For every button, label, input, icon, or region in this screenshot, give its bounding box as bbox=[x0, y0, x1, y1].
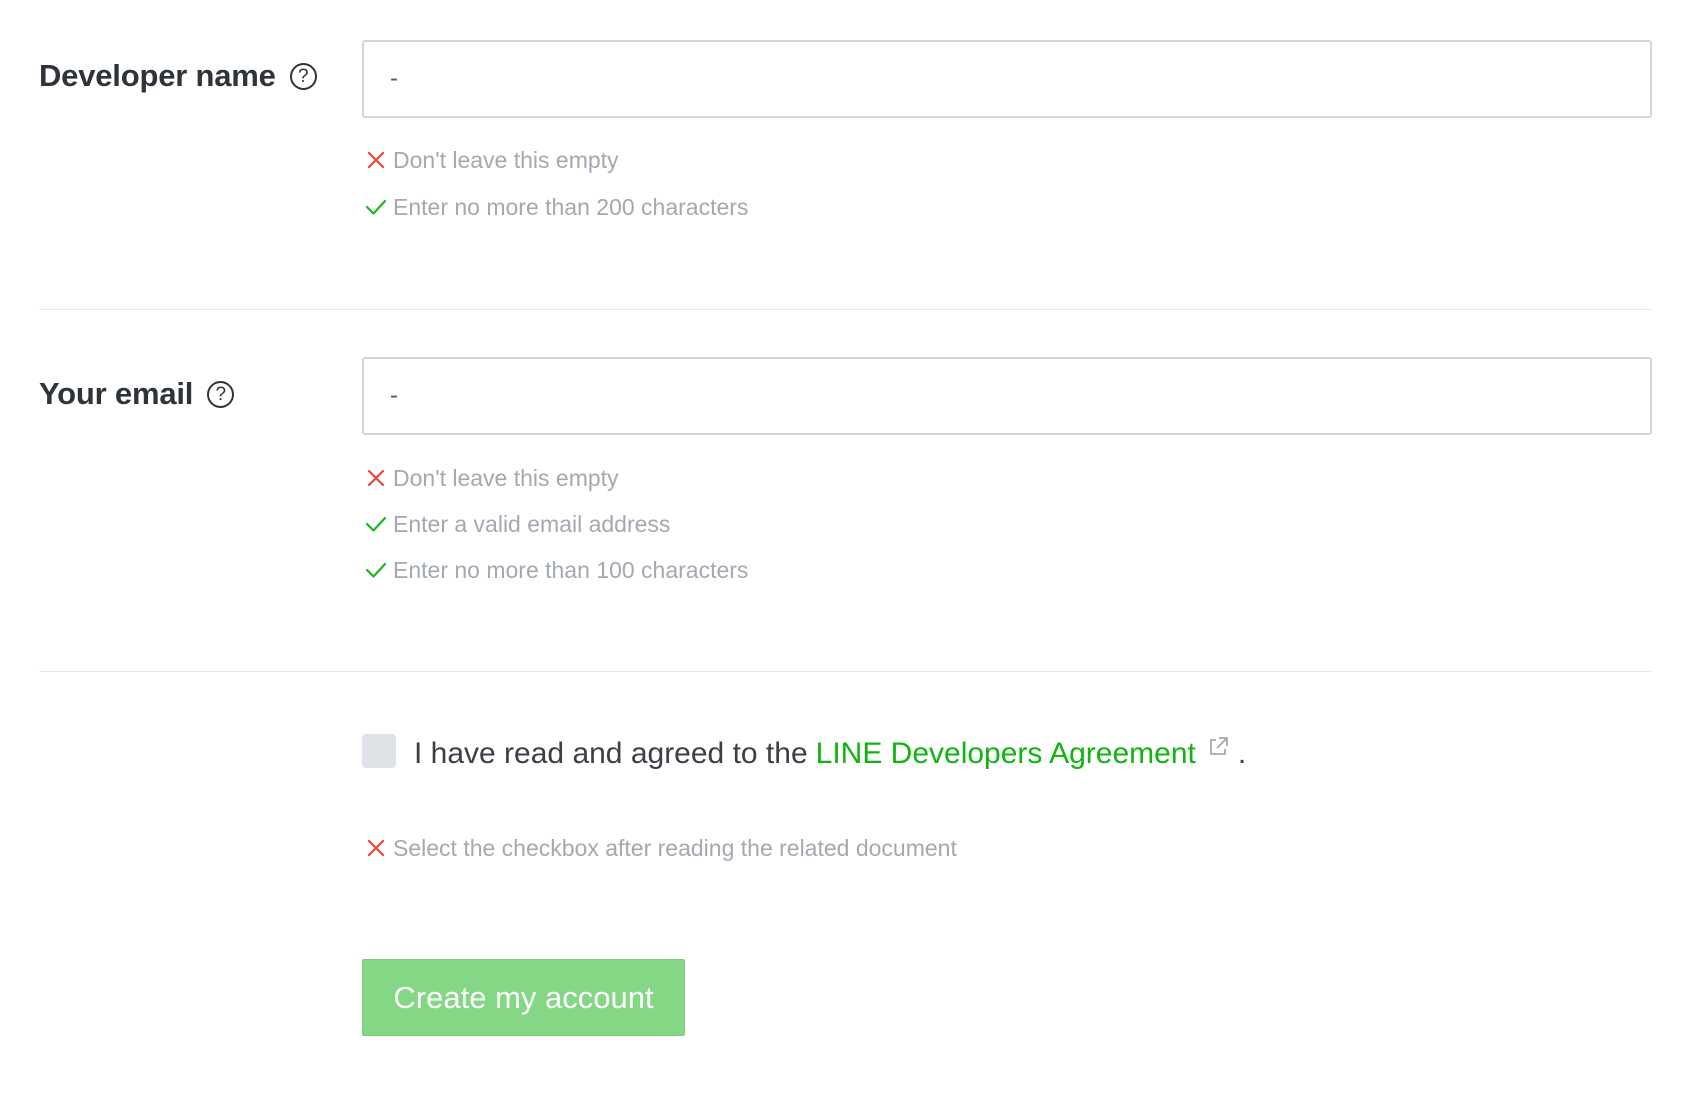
validation-rule: Select the checkbox after reading the re… bbox=[365, 833, 957, 863]
validation-rule-text: Enter no more than 200 characters bbox=[393, 193, 749, 220]
x-icon bbox=[365, 149, 387, 171]
validation-rule-text: Don't leave this empty bbox=[393, 464, 619, 491]
developer-name-input[interactable] bbox=[362, 40, 1652, 118]
check-icon bbox=[365, 513, 387, 535]
email-label-text: Your email bbox=[39, 376, 194, 411]
validation-rule-text: Select the checkbox after reading the re… bbox=[393, 834, 957, 861]
validation-rule-text: Enter no more than 100 characters bbox=[393, 556, 749, 583]
validation-rule-text: Enter a valid email address bbox=[393, 510, 671, 537]
x-icon bbox=[365, 467, 387, 489]
developer-name-label: Developer name ? bbox=[39, 58, 317, 94]
developer-name-label-text: Developer name bbox=[39, 58, 276, 93]
x-icon bbox=[365, 837, 387, 859]
create-account-button[interactable]: Create my account bbox=[362, 959, 685, 1036]
external-link-icon[interactable] bbox=[1206, 735, 1230, 759]
agreement-checkbox[interactable] bbox=[362, 734, 396, 768]
email-input[interactable] bbox=[362, 357, 1652, 435]
section-divider bbox=[39, 309, 1652, 310]
help-question-icon[interactable]: ? bbox=[207, 380, 235, 408]
validation-rule-text: Don't leave this empty bbox=[393, 146, 619, 173]
agreement-period: . bbox=[1237, 737, 1247, 770]
check-icon bbox=[365, 196, 387, 218]
validation-rule: Don't leave this empty bbox=[365, 145, 619, 175]
agreement-link[interactable]: LINE Developers Agreement bbox=[816, 737, 1196, 771]
agreement-row: I have read and agreed to the LINE Devel… bbox=[362, 734, 1247, 771]
section-divider bbox=[39, 671, 1652, 672]
agreement-text: I have read and agreed to the bbox=[414, 737, 808, 770]
validation-rule: Enter no more than 100 characters bbox=[365, 555, 748, 585]
validation-rule: Enter a valid email address bbox=[365, 509, 670, 539]
help-question-icon[interactable]: ? bbox=[289, 62, 317, 90]
validation-rule: Enter no more than 200 characters bbox=[365, 192, 748, 222]
check-icon bbox=[365, 559, 387, 581]
validation-rule: Don't leave this empty bbox=[365, 463, 619, 493]
email-label: Your email ? bbox=[39, 376, 235, 412]
